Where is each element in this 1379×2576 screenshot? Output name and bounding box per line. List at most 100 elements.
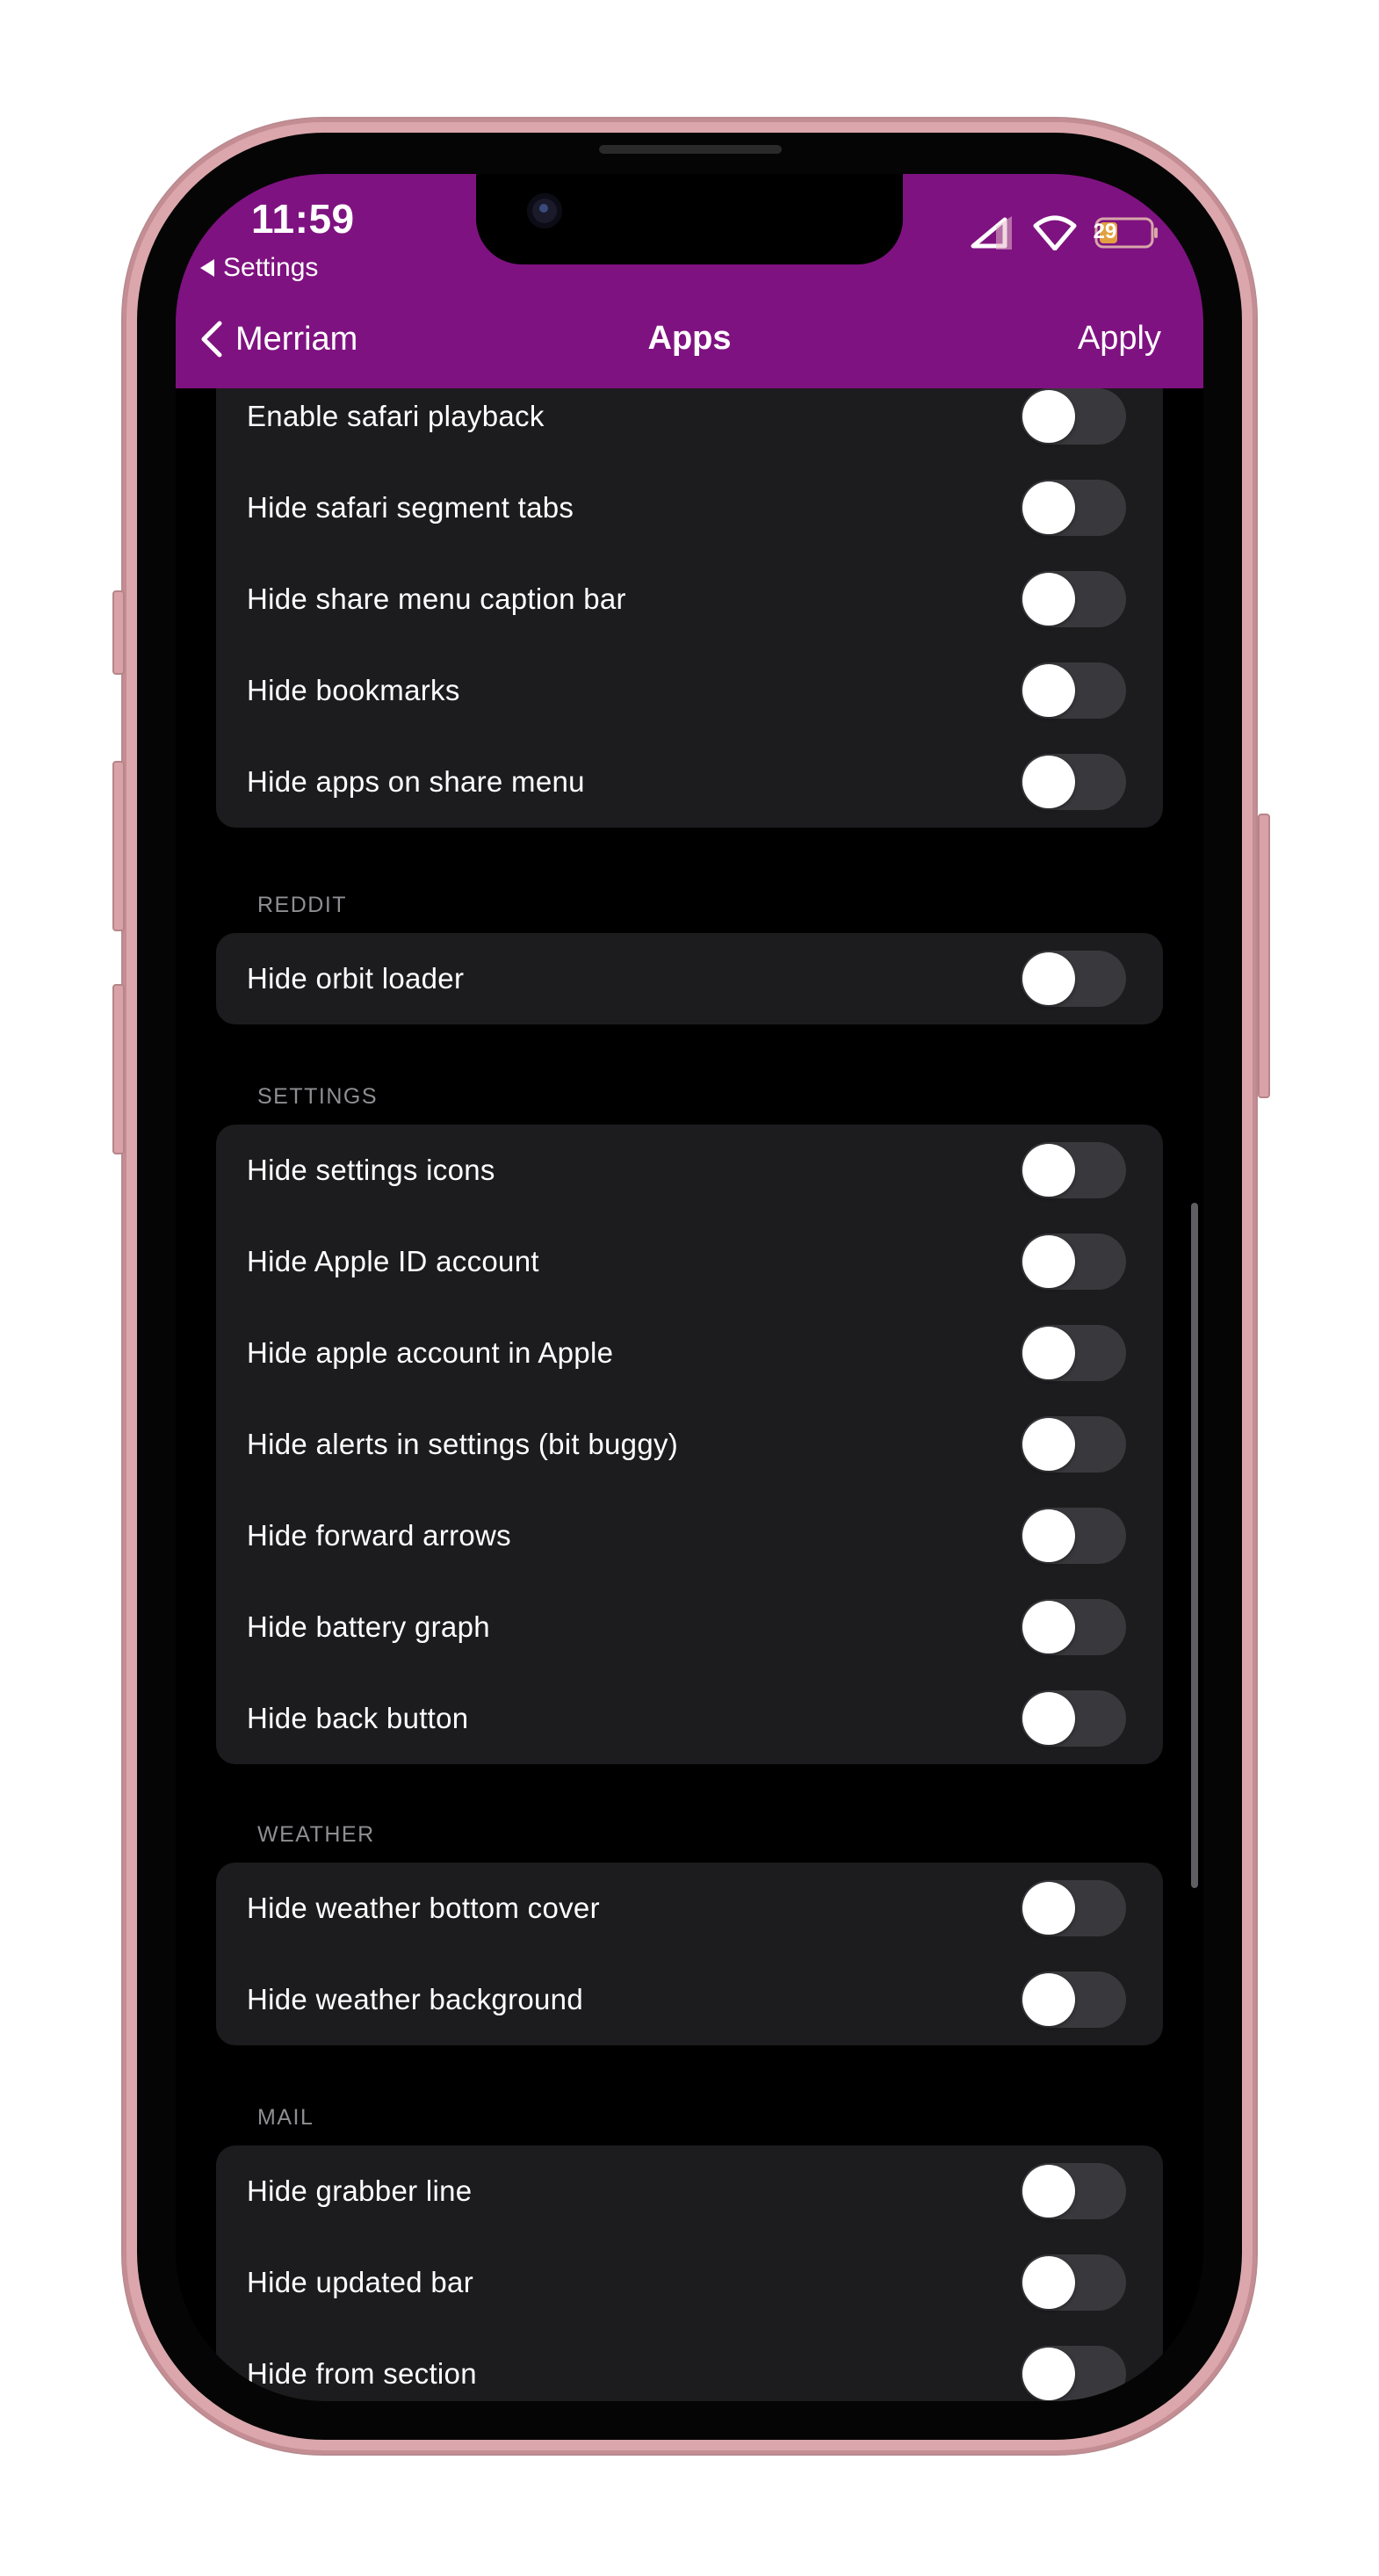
page-title: Apps bbox=[647, 320, 732, 357]
back-triangle-icon bbox=[200, 259, 214, 277]
apply-button[interactable]: Apply bbox=[1078, 320, 1161, 358]
row-label: Hide bookmarks bbox=[247, 674, 460, 706]
toggle-knob bbox=[1022, 1418, 1075, 1471]
row-label: Hide settings icons bbox=[247, 1154, 495, 1186]
toggle-switch[interactable] bbox=[1021, 2163, 1126, 2219]
toggle-knob bbox=[1022, 1509, 1075, 1562]
toggle-knob bbox=[1022, 664, 1075, 717]
toggle-switch[interactable] bbox=[1021, 1690, 1126, 1747]
toggle-switch[interactable] bbox=[1021, 1325, 1126, 1381]
row-label: Hide grabber line bbox=[247, 2174, 473, 2207]
toggle-switch[interactable] bbox=[1021, 1972, 1126, 2028]
toggle-switch[interactable] bbox=[1021, 951, 1126, 1007]
toggle-row[interactable]: Hide apps on share menu bbox=[216, 736, 1163, 828]
toggle-knob bbox=[1022, 1235, 1075, 1288]
row-label: Hide weather background bbox=[247, 1983, 583, 2015]
toggle-switch[interactable] bbox=[1021, 388, 1126, 445]
toggle-knob bbox=[1022, 952, 1075, 1005]
row-label: Hide weather bottom cover bbox=[247, 1892, 600, 1924]
earpiece-speaker bbox=[599, 145, 782, 154]
row-label: Hide apps on share menu bbox=[247, 765, 585, 798]
scroll-indicator[interactable] bbox=[1191, 1203, 1198, 1888]
toggle-row[interactable]: Hide safari segment tabs bbox=[216, 462, 1163, 554]
toggle-knob bbox=[1022, 1601, 1075, 1653]
section-header-settings: SETTINGS bbox=[257, 1084, 379, 1109]
row-label: Hide apple account in Apple bbox=[247, 1336, 614, 1369]
back-to-app-label: Settings bbox=[223, 253, 319, 282]
volume-down-button bbox=[112, 984, 125, 1154]
toggle-switch[interactable] bbox=[1021, 1880, 1126, 1936]
toggle-switch[interactable] bbox=[1021, 1416, 1126, 1473]
toggle-switch[interactable] bbox=[1021, 662, 1126, 719]
status-time: 11:59 bbox=[251, 196, 355, 242]
toggle-row[interactable]: Hide orbit loader bbox=[216, 933, 1163, 1024]
toggle-row[interactable]: Hide apple account in Apple bbox=[216, 1307, 1163, 1399]
section-header-reddit: REDDIT bbox=[257, 893, 348, 917]
row-label: Hide share menu caption bar bbox=[247, 582, 626, 615]
toggle-switch[interactable] bbox=[1021, 1508, 1126, 1564]
toggle-knob bbox=[1022, 573, 1075, 626]
row-label: Hide safari segment tabs bbox=[247, 491, 574, 524]
screen: 11:59 Settings 29 Merriam Apps Apply Ena… bbox=[176, 174, 1203, 2401]
row-label: Hide from section bbox=[247, 2357, 477, 2390]
toggle-row[interactable]: Enable safari playback bbox=[216, 388, 1163, 462]
cellular-signal-icon bbox=[971, 216, 1012, 250]
toggle-knob bbox=[1022, 2256, 1075, 2309]
toggle-row[interactable]: Hide updated bar bbox=[216, 2237, 1163, 2328]
toggle-switch[interactable] bbox=[1021, 480, 1126, 536]
toggle-switch[interactable] bbox=[1021, 2346, 1126, 2401]
wifi-icon bbox=[1033, 215, 1077, 250]
toggle-row[interactable]: Hide share menu caption bar bbox=[216, 554, 1163, 645]
row-label: Hide alerts in settings (bit buggy) bbox=[247, 1428, 679, 1460]
row-label: Hide battery graph bbox=[247, 1610, 490, 1643]
safari-group: Enable safari playback Hide safari segme… bbox=[216, 388, 1163, 828]
battery-level: 29 bbox=[1093, 220, 1117, 243]
settings-group: Hide settings icons Hide Apple ID accoun… bbox=[216, 1125, 1163, 1764]
mail-group: Hide grabber line Hide updated bar Hide … bbox=[216, 2145, 1163, 2401]
toggle-switch[interactable] bbox=[1021, 1599, 1126, 1655]
toggle-knob bbox=[1022, 2348, 1075, 2400]
settings-list[interactable]: Enable safari playback Hide safari segme… bbox=[176, 388, 1203, 2401]
mute-switch bbox=[112, 590, 125, 675]
toggle-switch[interactable] bbox=[1021, 2254, 1126, 2311]
toggle-knob bbox=[1022, 756, 1075, 808]
volume-up-button bbox=[112, 761, 125, 931]
toggle-row[interactable]: Hide from section bbox=[216, 2328, 1163, 2401]
nav-back-label: Merriam bbox=[235, 320, 358, 358]
toggle-knob bbox=[1022, 1973, 1075, 2026]
toggle-knob bbox=[1022, 2165, 1075, 2218]
toggle-row[interactable]: Hide Apple ID account bbox=[216, 1216, 1163, 1307]
toggle-row[interactable]: Hide weather background bbox=[216, 1954, 1163, 2045]
row-label: Hide forward arrows bbox=[247, 1519, 511, 1552]
toggle-switch[interactable] bbox=[1021, 1234, 1126, 1290]
toggle-switch[interactable] bbox=[1021, 754, 1126, 810]
front-camera bbox=[527, 193, 562, 228]
toggle-row[interactable]: Hide weather bottom cover bbox=[216, 1863, 1163, 1954]
toggle-knob bbox=[1022, 1327, 1075, 1379]
nav-back-button[interactable]: Merriam bbox=[200, 320, 357, 358]
section-header-weather: WEATHER bbox=[257, 1822, 375, 1847]
toggle-knob bbox=[1022, 390, 1075, 443]
power-button bbox=[1258, 814, 1270, 1098]
chevron-left-icon bbox=[201, 321, 222, 358]
toggle-knob bbox=[1022, 1882, 1075, 1935]
section-header-mail: MAIL bbox=[257, 2105, 314, 2130]
row-label: Hide orbit loader bbox=[247, 962, 465, 995]
reddit-group: Hide orbit loader bbox=[216, 933, 1163, 1024]
row-label: Enable safari playback bbox=[247, 400, 545, 432]
row-label: Hide Apple ID account bbox=[247, 1245, 539, 1277]
row-label: Hide updated bar bbox=[247, 2266, 473, 2298]
back-to-app-link[interactable]: Settings bbox=[200, 253, 318, 283]
toggle-switch[interactable] bbox=[1021, 1142, 1126, 1198]
toggle-row[interactable]: Hide bookmarks bbox=[216, 645, 1163, 736]
toggle-switch[interactable] bbox=[1021, 571, 1126, 627]
toggle-row[interactable]: Hide back button bbox=[216, 1673, 1163, 1764]
header-bar: 11:59 Settings 29 Merriam Apps Apply bbox=[176, 174, 1203, 388]
weather-group: Hide weather bottom cover Hide weather b… bbox=[216, 1863, 1163, 2045]
toggle-row[interactable]: Hide alerts in settings (bit buggy) bbox=[216, 1399, 1163, 1490]
toggle-row[interactable]: Hide forward arrows bbox=[216, 1490, 1163, 1581]
toggle-row[interactable]: Hide battery graph bbox=[216, 1581, 1163, 1673]
toggle-row[interactable]: Hide grabber line bbox=[216, 2145, 1163, 2237]
toggle-knob bbox=[1022, 1692, 1075, 1745]
toggle-row[interactable]: Hide settings icons bbox=[216, 1125, 1163, 1216]
